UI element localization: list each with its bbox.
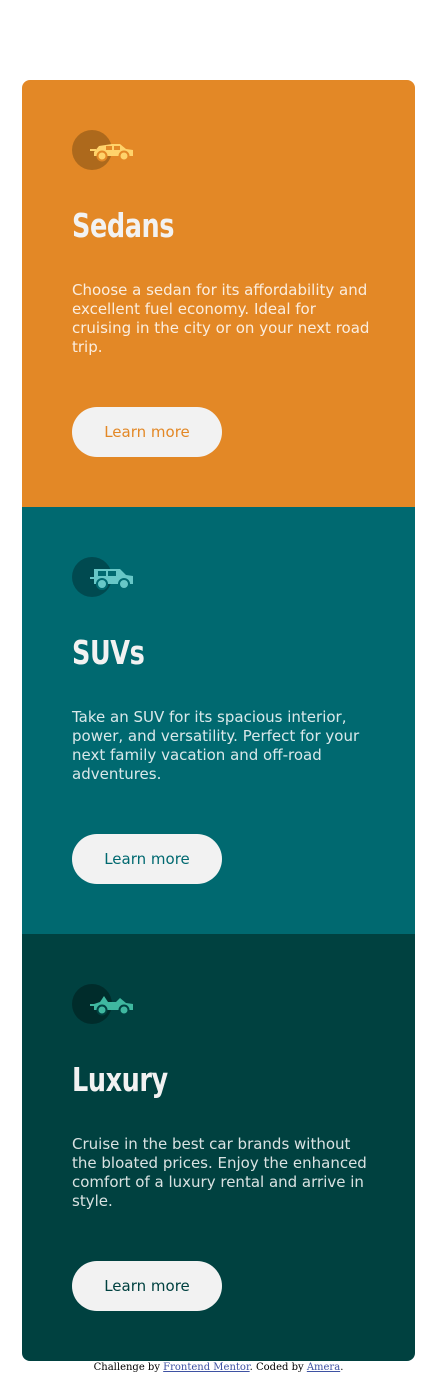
card-title: Sedans xyxy=(72,206,175,245)
learn-more-button[interactable]: Learn more xyxy=(72,1261,222,1311)
sedan-car-icon xyxy=(72,130,136,170)
frontend-mentor-link[interactable]: Frontend Mentor xyxy=(163,1362,249,1373)
card-description: Cruise in the best car brands without th… xyxy=(72,1135,367,1210)
card-description: Choose a sedan for its affordability and… xyxy=(72,281,370,356)
learn-more-button[interactable]: Learn more xyxy=(72,834,222,884)
card-title: SUVs xyxy=(72,633,145,672)
card-suvs: SUVs Take an SUV for its spacious interi… xyxy=(22,507,415,934)
cards-container: Sedans Choose a sedan for its affordabil… xyxy=(22,80,415,1361)
author-link[interactable]: Amera xyxy=(307,1362,340,1373)
suv-car-icon xyxy=(72,557,136,597)
card-sedans: Sedans Choose a sedan for its affordabil… xyxy=(22,80,415,507)
attribution-middle: . Coded by xyxy=(249,1362,307,1373)
attribution-suffix: . xyxy=(340,1362,344,1373)
card-luxury: Luxury Cruise in the best car brands wit… xyxy=(22,934,415,1361)
learn-more-button[interactable]: Learn more xyxy=(72,407,222,457)
attribution-prefix: Challenge by xyxy=(93,1362,164,1373)
luxury-car-icon xyxy=(72,984,136,1024)
attribution: Challenge by Frontend Mentor. Coded by A… xyxy=(0,1361,437,1374)
card-description: Take an SUV for its spacious interior, p… xyxy=(72,708,360,783)
card-title: Luxury xyxy=(72,1060,168,1099)
